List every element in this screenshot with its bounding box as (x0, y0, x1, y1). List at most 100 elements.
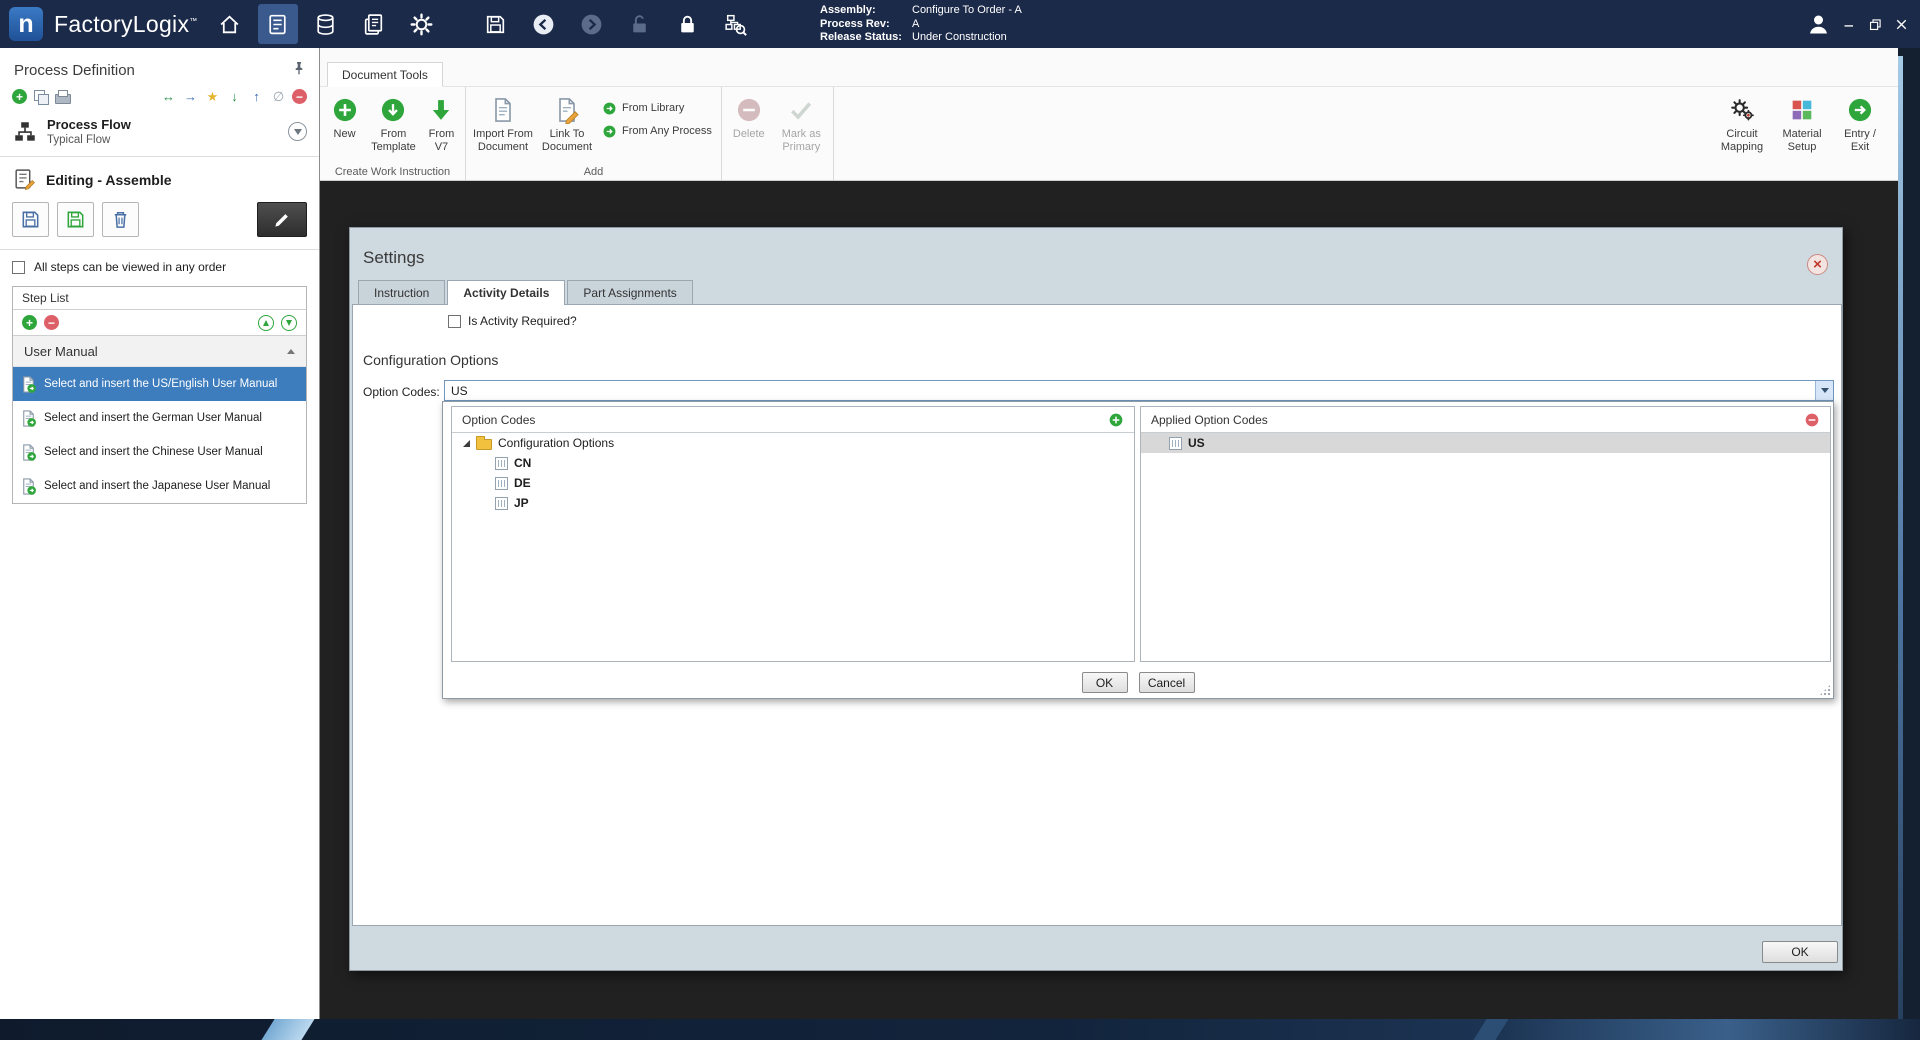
dialog-ok-button[interactable]: OK (1762, 941, 1838, 963)
reports-button[interactable] (354, 4, 394, 44)
from-v7-button[interactable]: From V7 (422, 94, 461, 153)
any-order-label: All steps can be viewed in any order (34, 260, 226, 274)
document-arrow-icon (19, 477, 38, 496)
material-grid-icon (1788, 96, 1816, 124)
print-icon[interactable] (54, 88, 71, 105)
bottom-accent (261, 1019, 314, 1040)
step-item[interactable]: Select and insert the US/English User Ma… (13, 367, 306, 401)
option-code-icon (495, 457, 508, 470)
tab-part-assignments[interactable]: Part Assignments (567, 280, 692, 304)
tree-root-row[interactable]: Configuration Options (452, 433, 1134, 453)
tree-item[interactable]: DE (452, 473, 1134, 493)
pin-icon[interactable] (291, 60, 309, 78)
move-up-button[interactable] (258, 315, 274, 331)
ribbon-right-buttons: Circuit Mapping Material Setup Entry / E… (1714, 94, 1886, 153)
step-item[interactable]: Select and insert the German User Manual (13, 401, 306, 435)
trash-icon (109, 208, 132, 231)
section-title: Configuration Options (363, 352, 498, 368)
add-icon[interactable] (12, 89, 27, 104)
link-to-document-button[interactable]: Link To Document (538, 94, 596, 153)
copy-icon[interactable] (32, 88, 49, 105)
restore-button[interactable] (1867, 16, 1884, 33)
home-button[interactable] (210, 4, 250, 44)
edit-mode-button[interactable] (257, 202, 307, 237)
dialog-close-icon[interactable] (1807, 254, 1828, 275)
combo-dropdown-button[interactable] (1815, 381, 1833, 400)
remove-option-code-button[interactable] (1804, 412, 1820, 428)
library-icon (602, 101, 617, 116)
activity-required-checkbox[interactable] (448, 315, 461, 328)
step-actions (0, 198, 319, 250)
panel-title: Process Definition (14, 62, 135, 79)
from-library-button[interactable]: From Library (598, 98, 716, 119)
new-button[interactable]: New (324, 94, 365, 141)
export-icon[interactable] (248, 88, 265, 105)
add-option-code-button[interactable] (1108, 412, 1124, 428)
link-icon[interactable] (182, 88, 199, 105)
tab-instruction[interactable]: Instruction (358, 280, 445, 304)
arrow-up-icon (263, 320, 269, 326)
from-template-button[interactable]: From Template (367, 94, 420, 153)
step-item[interactable]: Select and insert the Chinese User Manua… (13, 435, 306, 469)
data-management-button[interactable] (306, 4, 346, 44)
expand-flow-button[interactable] (288, 122, 307, 141)
material-setup-button[interactable]: Material Setup (1774, 94, 1830, 153)
lock-button[interactable] (668, 4, 708, 44)
step-label: Select and insert the German User Manual (44, 412, 262, 424)
step-group-header[interactable]: User Manual (13, 336, 306, 367)
step-label: Select and insert the Japanese User Manu… (44, 480, 270, 492)
settings-button[interactable] (402, 4, 442, 44)
minimize-button[interactable] (1841, 16, 1858, 33)
titlebar: n FactoryLogix™ Assembly:Configure To Or… (0, 0, 1920, 48)
expander-icon[interactable] (463, 440, 470, 447)
from-any-process-button[interactable]: From Any Process (598, 121, 716, 142)
save-step-button[interactable] (12, 202, 49, 237)
settings-tabs: Instruction Activity Details Part Assign… (358, 280, 695, 305)
option-codes-combobox[interactable]: US (444, 380, 1834, 401)
remove-step-icon[interactable] (44, 315, 59, 330)
release-status-label: Release Status: (820, 31, 912, 45)
close-button[interactable] (1893, 16, 1910, 33)
process-search-button[interactable] (716, 4, 756, 44)
tab-document-tools[interactable]: Document Tools (327, 62, 443, 87)
editing-title: Editing - Assemble (46, 172, 172, 188)
process-flow-row[interactable]: Process Flow Typical Flow (0, 113, 319, 157)
popup-ok-button[interactable]: OK (1082, 672, 1128, 693)
popup-cancel-button[interactable]: Cancel (1139, 672, 1195, 693)
option-code-icon (1169, 437, 1182, 450)
save-as-button[interactable] (57, 202, 94, 237)
tab-activity-details[interactable]: Activity Details (447, 280, 565, 305)
any-order-checkbox[interactable] (12, 261, 25, 274)
import-from-document-button[interactable]: Import From Document (470, 94, 536, 153)
step-item[interactable]: Select and insert the Japanese User Manu… (13, 469, 306, 503)
entry-exit-button[interactable]: Entry / Exit (1834, 94, 1886, 153)
save-button[interactable] (476, 4, 516, 44)
back-button[interactable] (524, 4, 564, 44)
user-button[interactable] (1805, 11, 1832, 38)
move-icon[interactable] (160, 88, 177, 105)
circuit-mapping-button[interactable]: Circuit Mapping (1714, 94, 1770, 153)
process-rev-label: Process Rev: (820, 18, 912, 32)
add-step-icon[interactable] (22, 315, 37, 330)
applied-item[interactable]: US (1141, 433, 1830, 453)
tree-item[interactable]: CN (452, 453, 1134, 473)
step-list: Step List User Manual Select and insert … (12, 286, 307, 504)
tree-item-label: JP (514, 496, 529, 510)
edit-form-icon (12, 167, 37, 192)
applied-list-title: Applied Option Codes (1151, 413, 1268, 427)
import-icon[interactable] (226, 88, 243, 105)
disable-icon[interactable] (270, 88, 287, 105)
down-arrow-icon (427, 96, 455, 124)
move-down-button[interactable] (281, 315, 297, 331)
step-list-title: Step List (13, 287, 306, 310)
release-status-value: Under Construction (912, 31, 1007, 45)
star-icon[interactable] (204, 88, 221, 105)
remove-icon[interactable] (292, 89, 307, 104)
group-modify: Delete Mark as Primary (722, 87, 834, 180)
tree-item[interactable]: JP (452, 493, 1134, 513)
mark-as-primary-button: Mark as Primary (774, 94, 829, 153)
document-pencil-icon (553, 96, 581, 124)
process-definition-button[interactable] (258, 4, 298, 44)
database-icon (313, 12, 338, 37)
delete-step-button[interactable] (102, 202, 139, 237)
